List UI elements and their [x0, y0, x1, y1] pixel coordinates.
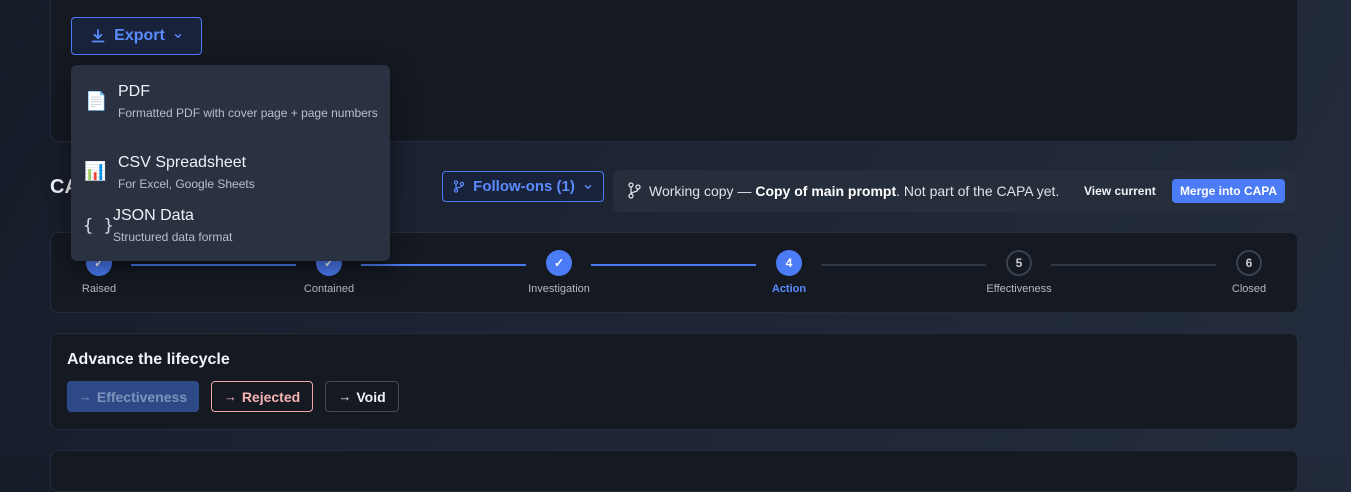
arrow-right-icon: → — [338, 389, 352, 404]
export-option-json[interactable]: { } JSON Data Structured data format — [71, 199, 390, 257]
arrow-right-icon: → — [78, 389, 92, 404]
working-prefix: Working copy — — [649, 183, 756, 199]
step-label-contained: Contained — [303, 283, 355, 295]
view-current-link[interactable]: View current — [1084, 184, 1156, 198]
step-label-investigation: Investigation — [528, 283, 590, 295]
action-label: Rejected — [241, 388, 301, 405]
advance-to-rejected-button[interactable]: → Rejected — [211, 381, 313, 412]
step-closed-number: 6 — [1236, 250, 1262, 276]
advance-to-void-button[interactable]: → Void — [325, 381, 399, 412]
working-copy-name: Copy of main prompt — [755, 183, 897, 199]
export-option-csv[interactable]: 📊 CSV Spreadsheet For Excel, Google Shee… — [71, 139, 390, 199]
step-label-raised: Raised — [81, 283, 117, 295]
working-suffix: . Not part of the CAPA yet. — [896, 183, 1060, 199]
export-option-pdf[interactable]: 📄 PDF Formatted PDF with cover page + pa… — [71, 65, 390, 133]
step-effectiveness-number: 5 — [1006, 250, 1032, 276]
branch-icon — [628, 182, 641, 199]
export-option-title: JSON Data — [113, 207, 194, 224]
working-copy-banner: Working copy — Copy of main prompt. Not … — [613, 170, 1297, 212]
step-connector — [591, 264, 756, 266]
export-option-subtitle: Formatted PDF with cover page + page num… — [118, 106, 378, 120]
step-action-number: 4 — [776, 250, 802, 276]
pdf-file-icon: 📄 — [85, 91, 108, 111]
export-label: Export — [114, 27, 165, 44]
braces-icon: { } — [83, 216, 114, 236]
merge-into-capa-button[interactable]: Merge into CAPA — [1172, 179, 1285, 203]
step-label-closed: Closed — [1231, 283, 1267, 295]
step-connector — [361, 264, 526, 266]
next-section-card — [50, 450, 1298, 492]
step-label-effectiveness: Effectiveness — [986, 283, 1052, 295]
step-label-action: Action — [771, 283, 807, 295]
working-copy-text: Working copy — Copy of main prompt. Not … — [649, 183, 1059, 199]
export-button[interactable]: Export — [71, 17, 202, 55]
step-connector — [131, 264, 296, 266]
arrow-right-icon: → — [223, 389, 237, 404]
step-connector — [1051, 264, 1216, 266]
step-investigation-check-icon: ✓ — [546, 250, 572, 276]
download-icon — [91, 29, 105, 43]
chevron-down-icon — [584, 184, 592, 189]
export-menu: 📄 PDF Formatted PDF with cover page + pa… — [71, 65, 390, 261]
export-option-subtitle: Structured data format — [113, 230, 233, 244]
action-label: Effectiveness — [96, 388, 188, 405]
step-connector — [821, 264, 986, 266]
advance-lifecycle-title: Advance the lifecycle — [67, 351, 230, 368]
advance-to-effectiveness-button[interactable]: → Effectiveness — [67, 381, 199, 412]
branch-icon — [453, 180, 465, 193]
action-label: Void — [356, 388, 386, 405]
export-option-title: PDF — [118, 83, 150, 100]
followons-label: Follow-ons (1) — [473, 178, 575, 195]
spreadsheet-icon: 📊 — [84, 161, 107, 181]
export-option-title: CSV Spreadsheet — [118, 154, 247, 171]
chevron-down-icon — [174, 34, 182, 39]
followons-button[interactable]: Follow-ons (1) — [442, 171, 604, 202]
export-option-subtitle: For Excel, Google Sheets — [118, 177, 255, 191]
